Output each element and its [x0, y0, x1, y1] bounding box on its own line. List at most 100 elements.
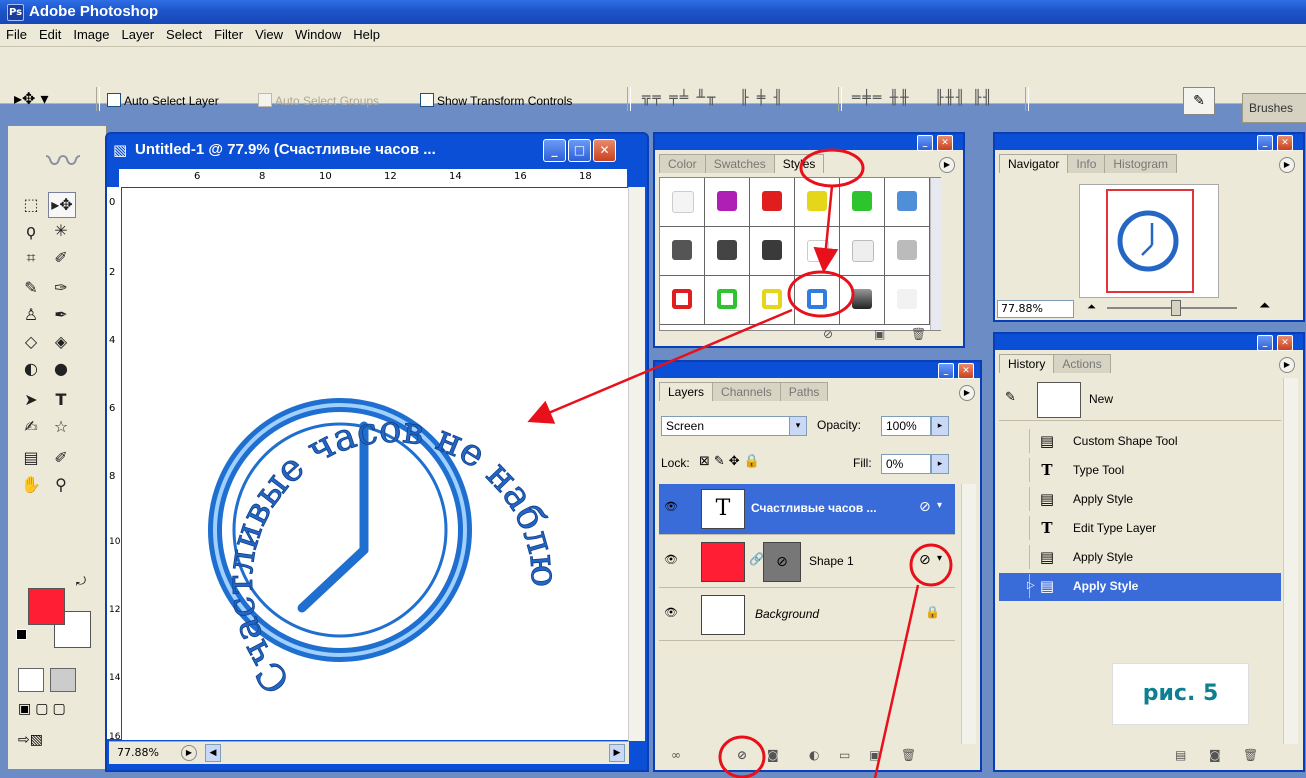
style-swatch[interactable]: [840, 178, 885, 227]
align-edges-icons[interactable]: ╦╤ ╤╧ ╨╥: [642, 90, 717, 106]
styles-scrollbar[interactable]: [930, 178, 941, 330]
history-source-box[interactable]: [1003, 545, 1030, 569]
new-fill-layer-icon[interactable]: ◐: [809, 748, 819, 762]
tab-color[interactable]: Color: [659, 154, 706, 173]
eye-icon[interactable]: 👁: [663, 553, 679, 569]
style-swatch[interactable]: [840, 227, 885, 276]
history-step-current[interactable]: ▷ ▤ Apply Style: [999, 573, 1281, 601]
tab-layers[interactable]: Layers: [659, 382, 714, 401]
new-document-from-state-icon[interactable]: ▤: [1175, 748, 1186, 762]
auto-select-layer-checkbox[interactable]: [107, 93, 121, 107]
screen-mode-icons[interactable]: ▣▢▢: [18, 701, 84, 721]
eraser-tool-icon[interactable]: ◇: [18, 330, 44, 354]
layers-scrollbar[interactable]: [961, 484, 976, 744]
navigator-slider-thumb[interactable]: [1171, 300, 1181, 316]
new-snapshot-icon[interactable]: ◙: [1209, 748, 1221, 762]
style-swatch[interactable]: [795, 227, 840, 276]
panel-close-button[interactable]: ✕: [958, 363, 974, 379]
fill-field[interactable]: 0%: [881, 454, 931, 474]
standard-mode-icon[interactable]: [18, 668, 44, 692]
style-swatch[interactable]: [705, 178, 750, 227]
style-swatch[interactable]: [660, 276, 705, 325]
history-scrollbar[interactable]: [1283, 378, 1298, 744]
eyedropper-tool-icon[interactable]: ✐: [48, 446, 74, 470]
style-swatch[interactable]: [840, 276, 885, 325]
history-step[interactable]: ▤ Apply Style: [999, 544, 1281, 572]
history-step[interactable]: T Edit Type Layer: [999, 515, 1281, 543]
tab-info[interactable]: Info: [1067, 154, 1106, 173]
history-source-box[interactable]: [1003, 574, 1030, 598]
default-colors-icon[interactable]: [16, 629, 27, 640]
clone-stamp-tool-icon[interactable]: ♙: [18, 303, 44, 327]
type-tool-icon[interactable]: T: [48, 388, 74, 412]
style-swatch[interactable]: [750, 178, 795, 227]
layer-row-shape[interactable]: 👁 🔗 ⊘ Shape 1 ⊘ ▾: [659, 537, 955, 588]
history-source-box[interactable]: [1003, 429, 1030, 453]
new-style-icon[interactable]: ▣: [874, 327, 885, 341]
pen-tool-icon[interactable]: ✍: [18, 415, 44, 439]
history-source-box[interactable]: [1003, 516, 1030, 540]
auto-select-layer-option[interactable]: Auto Select Layer: [107, 93, 219, 108]
style-swatch[interactable]: [660, 227, 705, 276]
panel-menu-icon[interactable]: ▶: [959, 385, 975, 401]
delete-layer-icon[interactable]: 🗑: [901, 748, 916, 762]
hand-tool-icon[interactable]: ✋: [18, 473, 44, 497]
move-tool-icon[interactable]: ▸✥: [48, 192, 76, 218]
delete-style-icon[interactable]: 🗑: [911, 327, 926, 341]
dodge-tool-icon[interactable]: ●: [48, 357, 74, 381]
show-transform-controls-option[interactable]: Show Transform Controls: [420, 93, 572, 108]
foreground-color-swatch-top[interactable]: [28, 588, 65, 625]
tab-channels[interactable]: Channels: [712, 382, 781, 401]
paint-bucket-tool-icon[interactable]: ◈: [48, 330, 74, 354]
history-brush-source-icon[interactable]: ✎: [1005, 390, 1016, 405]
menu-image[interactable]: Image: [67, 24, 115, 42]
navigator-preview[interactable]: [1079, 184, 1219, 298]
panel-menu-icon[interactable]: ▶: [1279, 357, 1295, 373]
style-swatch[interactable]: [885, 227, 930, 276]
crop-tool-icon[interactable]: ⌗: [18, 246, 44, 270]
panel-minimize-button[interactable]: _: [1257, 335, 1273, 351]
history-step[interactable]: ▤ Apply Style: [999, 486, 1281, 514]
vertical-scrollbar[interactable]: [628, 187, 645, 741]
close-button[interactable]: ✕: [593, 139, 616, 162]
style-swatch[interactable]: [750, 227, 795, 276]
add-mask-icon[interactable]: ◙: [767, 748, 779, 762]
tab-styles[interactable]: Styles: [773, 154, 825, 173]
style-swatch[interactable]: [795, 178, 840, 227]
new-group-icon[interactable]: ▭: [839, 748, 850, 762]
lock-icons[interactable]: ⊠✎✥🔒: [699, 454, 764, 469]
eye-icon[interactable]: 👁: [663, 606, 679, 622]
history-snapshot-row[interactable]: ✎ New: [999, 378, 1281, 421]
scroll-left-button[interactable]: ◀: [205, 744, 221, 762]
menu-view[interactable]: View: [249, 24, 289, 42]
lasso-tool-icon[interactable]: ϙ: [18, 219, 44, 243]
path-selection-tool-icon[interactable]: ➤: [18, 388, 44, 412]
distribute-horizontal-icons[interactable]: ╟╫╢ ╟╢: [935, 90, 994, 106]
blend-mode-select[interactable]: Screen: [661, 416, 807, 436]
menu-file[interactable]: File: [0, 24, 33, 42]
style-swatch[interactable]: [705, 276, 750, 325]
tab-histogram[interactable]: Histogram: [1104, 154, 1178, 173]
menu-edit[interactable]: Edit: [33, 24, 67, 42]
navigator-zoom-field[interactable]: 77.88%: [997, 300, 1074, 318]
zoom-field[interactable]: 77.88%: [117, 746, 159, 759]
palette-well-icon[interactable]: ✎: [1183, 87, 1215, 115]
jump-to-imageready-icon[interactable]: ⇨▧: [18, 732, 84, 754]
marquee-tool-icon[interactable]: ⬚: [18, 193, 44, 217]
panel-menu-icon[interactable]: ▶: [1279, 157, 1295, 173]
magic-wand-tool-icon[interactable]: ✳: [48, 219, 74, 243]
brush-tool-icon[interactable]: ✑: [48, 276, 74, 300]
swap-colors-icon[interactable]: ⤾: [76, 574, 86, 589]
style-swatch[interactable]: [885, 276, 930, 325]
minimize-button[interactable]: _: [543, 139, 566, 162]
tab-actions[interactable]: Actions: [1053, 354, 1111, 373]
history-step[interactable]: T Type Tool: [999, 457, 1281, 485]
panel-menu-icon[interactable]: ▶: [939, 157, 955, 173]
notes-tool-icon[interactable]: ▤: [18, 446, 44, 470]
delete-state-icon[interactable]: 🗑: [1243, 748, 1258, 762]
menu-filter[interactable]: Filter: [208, 24, 249, 42]
zoom-tool-icon[interactable]: ⚲: [48, 473, 74, 497]
blend-mode-dropdown-icon[interactable]: ▾: [789, 416, 807, 436]
panel-minimize-button[interactable]: _: [938, 363, 954, 379]
tab-swatches[interactable]: Swatches: [704, 154, 775, 173]
